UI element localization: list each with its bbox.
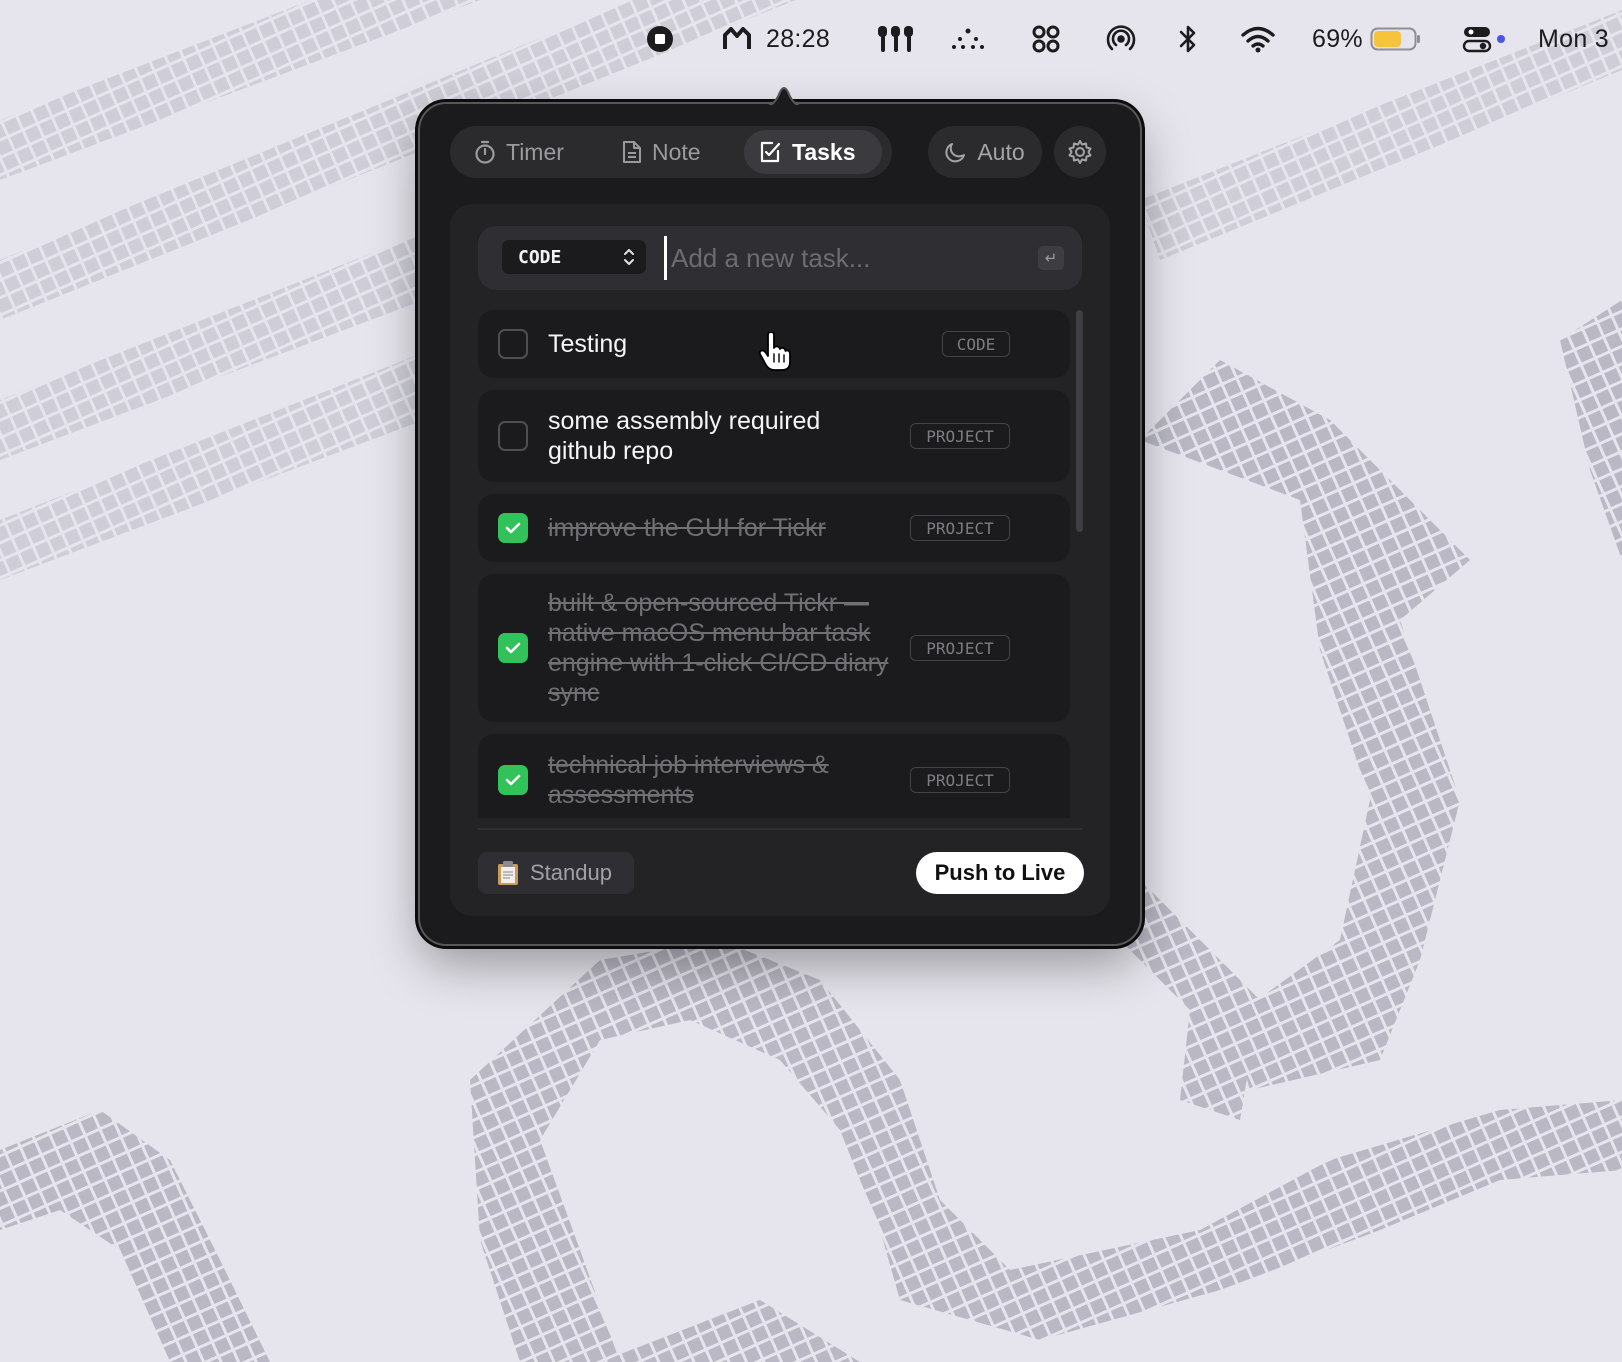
task-list[interactable]: Testing CODE some assembly required gith… — [478, 310, 1070, 818]
grid-icon[interactable] — [1032, 14, 1060, 64]
push-to-live-button[interactable]: Push to Live — [916, 852, 1084, 894]
tab-note-label: Note — [652, 138, 701, 165]
standup-label: Standup — [530, 860, 612, 885]
tab-tasks[interactable]: Tasks — [744, 130, 882, 174]
airpods-icon[interactable] — [876, 14, 916, 64]
standup-button[interactable]: Standup — [478, 852, 634, 894]
checkmark-icon — [505, 774, 521, 786]
menu-bar: 28:28 69% Mon 3 — [0, 0, 1622, 78]
task-checkbox[interactable] — [498, 329, 528, 359]
bluetooth-icon[interactable] — [1178, 14, 1198, 64]
tab-timer-label: Timer — [506, 138, 564, 165]
auto-label: Auto — [977, 138, 1025, 165]
tasks-icon — [760, 141, 781, 163]
stopwatch-icon — [475, 140, 495, 164]
task-checkbox-checked[interactable] — [498, 513, 528, 543]
task-text: technical job interviews & assessments — [548, 751, 829, 809]
task-tag: PROJECT — [910, 515, 1010, 541]
mode-tabs: Timer Note Tasks — [450, 126, 892, 178]
tab-tasks-label: Tasks — [792, 138, 856, 165]
task-checkbox[interactable] — [498, 421, 528, 451]
record-stop-icon[interactable] — [646, 14, 674, 64]
tickr-popover: Timer Note Tasks Auto CODE ↵ — [420, 104, 1140, 944]
task-text: some assembly required github repo — [548, 407, 821, 465]
gear-icon — [1068, 140, 1092, 164]
task-row[interactable]: technical job interviews & assessments P… — [478, 734, 1070, 818]
task-text: Testing — [548, 330, 628, 358]
clipboard-icon — [498, 861, 518, 885]
task-checkbox-checked[interactable] — [498, 633, 528, 663]
note-icon — [623, 141, 641, 163]
task-text: improve the GUI for Tickr — [548, 514, 826, 542]
menubar-timer[interactable]: 28:28 — [766, 14, 830, 64]
settings-button[interactable] — [1054, 126, 1106, 178]
task-list-scrollbar[interactable] — [1076, 310, 1083, 532]
category-select[interactable]: CODE — [502, 240, 646, 274]
hand-cursor-icon — [758, 332, 791, 371]
control-center-icon[interactable] — [1462, 14, 1506, 64]
task-tag: PROJECT — [910, 423, 1010, 449]
tab-timer[interactable]: Timer — [460, 130, 596, 174]
dots-icon[interactable] — [950, 14, 986, 64]
enter-key-hint[interactable]: ↵ — [1038, 246, 1064, 270]
battery-percent[interactable]: 69% — [1312, 14, 1363, 64]
footer-divider — [478, 828, 1082, 830]
wifi-icon[interactable] — [1240, 14, 1276, 64]
task-tag: PROJECT — [910, 635, 1010, 661]
task-checkbox-checked[interactable] — [498, 765, 528, 795]
battery-icon[interactable] — [1370, 14, 1422, 64]
checkmark-icon — [505, 522, 521, 534]
new-task-input[interactable] — [664, 236, 1014, 280]
checkmark-icon — [505, 642, 521, 654]
menubar-clock[interactable]: Mon 3 — [1538, 14, 1609, 64]
tasks-panel: CODE ↵ Testing CODE some assembly requir… — [450, 204, 1110, 916]
task-text: built & open-sourced Tickr — native macO… — [548, 589, 889, 707]
category-select-value: CODE — [518, 246, 562, 268]
airdrop-icon[interactable] — [1104, 14, 1138, 64]
task-row[interactable]: improve the GUI for Tickr PROJECT — [478, 494, 1070, 562]
task-tag: CODE — [942, 331, 1010, 357]
moon-icon — [945, 143, 966, 163]
task-row[interactable]: built & open-sourced Tickr — native macO… — [478, 574, 1070, 722]
app-logo-icon[interactable] — [722, 14, 752, 64]
popover-arrow — [760, 87, 808, 108]
chevron-up-down-icon — [624, 249, 634, 265]
auto-theme-button[interactable]: Auto — [928, 126, 1042, 178]
new-task-bar: CODE ↵ — [478, 226, 1082, 290]
task-tag: PROJECT — [910, 767, 1010, 793]
tab-note[interactable]: Note — [608, 130, 732, 174]
task-row[interactable]: some assembly required github repo PROJE… — [478, 390, 1070, 482]
